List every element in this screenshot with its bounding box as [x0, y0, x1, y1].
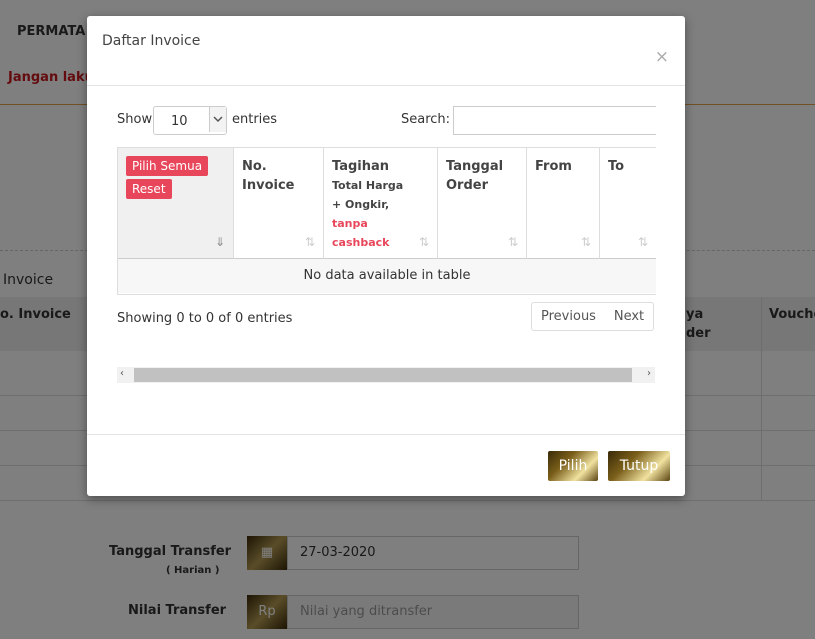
column-header-select[interactable]: Pilih Semua Reset ⇓	[118, 148, 234, 259]
modal-header: Daftar Invoice ×	[87, 16, 685, 86]
column-header-no-invoice[interactable]: No. Invoice ⇅	[234, 148, 324, 259]
search-input[interactable]	[453, 106, 656, 135]
modal-title: Daftar Invoice	[102, 33, 201, 49]
sort-icon: ⇅	[304, 235, 315, 249]
sort-icon: ⇅	[418, 235, 429, 249]
invoice-modal: Daftar Invoice × Show 10 entries Search:…	[87, 16, 685, 496]
entries-select[interactable]: 10	[153, 106, 227, 135]
column-header-to[interactable]: To ⇅	[600, 148, 656, 259]
pilih-button[interactable]: Pilih	[548, 451, 598, 481]
tagihan-sub: Total Harga + Ongkir,	[332, 179, 404, 211]
column-header-label: Tanggal Order	[446, 159, 504, 193]
show-label: Show	[117, 112, 153, 127]
tagihan-label: Tagihan	[332, 159, 390, 174]
column-header-label: To	[608, 159, 625, 174]
sort-icon: ⇅	[580, 235, 591, 249]
select-all-badge[interactable]: Pilih Semua	[126, 156, 209, 176]
sort-desc-icon: ⇓	[214, 235, 225, 249]
sort-icon: ⇅	[637, 235, 648, 249]
tutup-button[interactable]: Tutup	[608, 451, 670, 481]
reset-badge[interactable]: Reset	[126, 179, 172, 199]
chevron-right-icon[interactable]: ›	[647, 368, 651, 379]
invoice-table: Pilih Semua Reset ⇓ No. Invoice ⇅ Tagiha…	[117, 147, 656, 295]
next-button[interactable]: Next	[605, 302, 654, 331]
column-header-tanggal[interactable]: Tanggal Order ⇅	[438, 148, 527, 259]
entries-label: entries	[232, 112, 278, 127]
column-header-label: Tagihan Total Harga + Ongkir, tanpa cash…	[332, 157, 412, 252]
previous-button[interactable]: Previous	[531, 302, 606, 331]
chevron-down-icon	[209, 107, 226, 132]
entries-value: 10	[171, 114, 188, 129]
search-label: Search:	[401, 112, 451, 127]
modal-footer-divider	[87, 434, 685, 435]
close-icon[interactable]: ×	[655, 49, 669, 66]
sort-icon: ⇅	[507, 235, 518, 249]
table-info: Showing 0 to 0 of 0 entries	[117, 311, 293, 326]
chevron-left-icon[interactable]: ‹	[120, 368, 124, 379]
horizontal-scrollbar[interactable]: ‹ ›	[117, 367, 655, 383]
empty-table-message: No data available in table	[118, 259, 656, 293]
scrollbar-thumb[interactable]	[134, 368, 632, 382]
column-header-label: From	[535, 159, 572, 174]
column-header-from[interactable]: From ⇅	[527, 148, 600, 259]
tagihan-sub-red: tanpa cashback	[332, 217, 390, 249]
column-header-label: No. Invoice	[242, 159, 295, 193]
column-header-tagihan[interactable]: Tagihan Total Harga + Ongkir, tanpa cash…	[324, 148, 438, 259]
